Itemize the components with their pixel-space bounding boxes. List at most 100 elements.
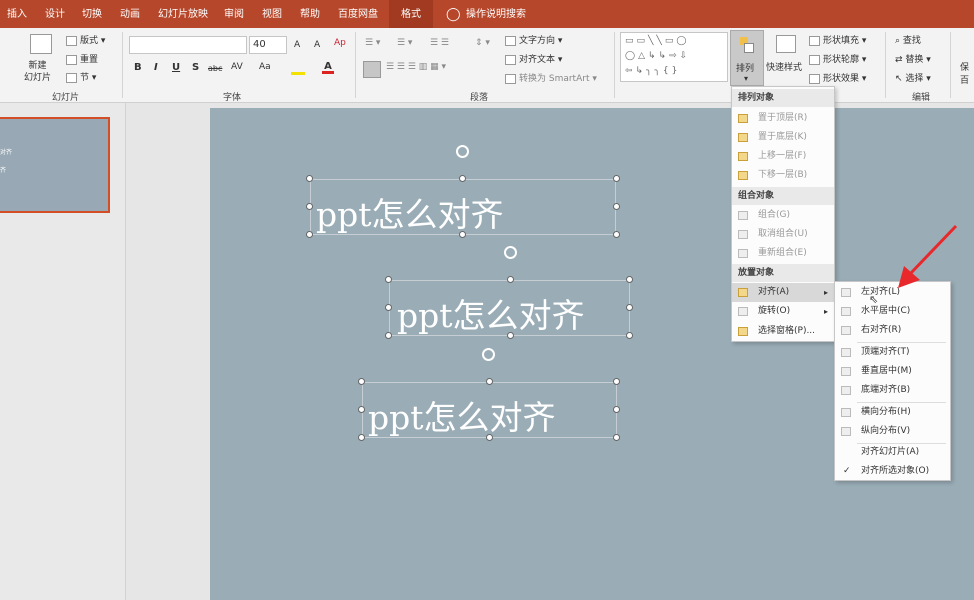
resize-handle[interactable] (358, 434, 365, 441)
slide-thumbnail[interactable]: 对齐 齐 (0, 117, 110, 213)
selection-pane-item[interactable]: 选择窗格(P)... (732, 322, 834, 341)
font-size-input[interactable]: 40 (249, 36, 287, 54)
bold-button[interactable]: B (134, 62, 142, 73)
replace-button[interactable]: ⇄ 替换 ▾ (895, 52, 931, 65)
tell-me-search[interactable]: 操作说明搜索 (466, 0, 526, 28)
resize-handle[interactable] (306, 175, 313, 182)
shape-fill-button[interactable]: 形状填充 ▾ (809, 33, 866, 46)
resize-handle[interactable] (613, 203, 620, 210)
align-text-button[interactable]: 对齐文本 ▾ (505, 52, 562, 65)
strikethrough-button[interactable]: abc (208, 64, 222, 73)
tab-format[interactable]: 格式 (389, 0, 433, 28)
italic-button[interactable]: I (154, 62, 158, 73)
smartart-button[interactable]: 转换为 SmartArt ▾ (505, 71, 597, 84)
resize-handle[interactable] (613, 378, 620, 385)
tab-insert[interactable]: 插入 (7, 0, 27, 28)
align-bottom-item[interactable]: 底端对齐(B) (835, 381, 950, 400)
truncated-label-a[interactable]: 保 (960, 60, 969, 73)
align-center-item[interactable]: 水平居中(C) (835, 302, 950, 321)
align-left-icon[interactable] (363, 61, 381, 78)
resize-handle[interactable] (358, 378, 365, 385)
distribute-horizontal-item[interactable]: 横向分布(H) (835, 403, 950, 422)
rotate-item[interactable]: 旋转(O) ▸ (732, 302, 834, 321)
align-right-item[interactable]: 右对齐(R) (835, 321, 950, 340)
resize-handle[interactable] (385, 276, 392, 283)
align-selected-objects-item[interactable]: ✓ 对齐所选对象(O) (835, 462, 950, 481)
shape-outline-button[interactable]: 形状轮廓 ▾ (809, 52, 866, 65)
resize-handle[interactable] (306, 203, 313, 210)
shape-effects-button[interactable]: 形状效果 ▾ (809, 71, 866, 84)
resize-handle[interactable] (626, 304, 633, 311)
bring-to-front-item[interactable]: 置于顶层(R) (732, 109, 834, 128)
find-button[interactable]: ⌕ 查找 (895, 33, 921, 46)
tab-view[interactable]: 视图 (262, 0, 282, 28)
tab-baidu-netdisk[interactable]: 百度网盘 (338, 0, 378, 28)
resize-handle[interactable] (626, 332, 633, 339)
select-button[interactable]: ↖ 选择 ▾ (895, 71, 931, 84)
shrink-font-icon[interactable]: A (314, 40, 320, 50)
truncated-label-b[interactable]: 百 (960, 73, 969, 86)
new-slide-button[interactable]: 新建 幻灯片 (24, 60, 51, 84)
align-item[interactable]: 对齐(A) ▸ (732, 283, 834, 302)
text-box-3-text[interactable]: ppt怎么对齐 (368, 391, 556, 439)
resize-handle[interactable] (385, 332, 392, 339)
shadow-button[interactable]: S (192, 62, 199, 73)
resize-handle[interactable] (507, 276, 514, 283)
clear-format-icon[interactable]: Ap (334, 38, 346, 48)
tab-design[interactable]: 设计 (45, 0, 65, 28)
rotate-handle[interactable] (482, 348, 495, 361)
line-spacing-icon[interactable]: ⇕ ▾ (475, 38, 490, 48)
align-middle-item[interactable]: 垂直居中(M) (835, 362, 950, 381)
resize-handle[interactable] (459, 175, 466, 182)
send-to-back-item[interactable]: 置于底层(K) (732, 128, 834, 147)
text-box-2-text[interactable]: ppt怎么对齐 (397, 289, 585, 337)
resize-handle[interactable] (613, 434, 620, 441)
rotate-handle[interactable] (504, 246, 517, 259)
resize-handle[interactable] (613, 175, 620, 182)
resize-handle[interactable] (486, 434, 493, 441)
text-box-1-text[interactable]: ppt怎么对齐 (316, 188, 504, 236)
new-slide-icon[interactable] (30, 34, 52, 54)
tab-transitions[interactable]: 切换 (82, 0, 102, 28)
tab-animations[interactable]: 动画 (120, 0, 140, 28)
bring-forward-item[interactable]: 上移一层(F) (732, 147, 834, 166)
indent-icon[interactable]: ☰ ☰ (430, 38, 449, 48)
regroup-item[interactable]: 重新组合(E) (732, 244, 834, 263)
section-button[interactable]: 节 ▾ (66, 70, 96, 83)
quick-styles-icon[interactable] (776, 35, 796, 53)
layout-button[interactable]: 版式 ▾ (66, 33, 105, 46)
resize-handle[interactable] (613, 231, 620, 238)
resize-handle[interactable] (486, 378, 493, 385)
highlight-icon[interactable] (291, 62, 305, 75)
group-item[interactable]: 组合(G) (732, 206, 834, 225)
ungroup-item[interactable]: 取消组合(U) (732, 225, 834, 244)
char-spacing-button[interactable]: AV (231, 62, 243, 72)
distribute-vertical-item[interactable]: 纵向分布(V) (835, 422, 950, 441)
arrange-button[interactable]: 排列 ▾ (730, 30, 764, 86)
resize-handle[interactable] (358, 406, 365, 413)
tab-slideshow[interactable]: 幻灯片放映 (158, 0, 208, 28)
underline-button[interactable]: U (172, 62, 180, 73)
font-name-input[interactable] (129, 36, 247, 54)
quick-styles-button[interactable]: 快速样式 (766, 60, 802, 73)
text-direction-button[interactable]: 文字方向 ▾ (505, 33, 562, 46)
shapes-gallery[interactable]: ▭▭╲╲▭◯ ◯△↳↳⇨⇩ ⇦↳╮╮{} (620, 32, 728, 82)
resize-handle[interactable] (459, 231, 466, 238)
paragraph-align-icons[interactable]: ☰ ☰ ☰ ▥ ▦ ▾ (386, 62, 446, 72)
tab-help[interactable]: 帮助 (300, 0, 320, 28)
resize-handle[interactable] (507, 332, 514, 339)
reset-button[interactable]: 重置 (66, 52, 98, 65)
rotate-handle[interactable] (456, 145, 469, 158)
resize-handle[interactable] (306, 231, 313, 238)
resize-handle[interactable] (613, 406, 620, 413)
numbering-icon[interactable]: ☰ ▾ (397, 38, 412, 48)
align-top-item[interactable]: 顶端对齐(T) (835, 343, 950, 362)
font-color-icon[interactable]: A (322, 61, 334, 74)
align-to-slide-item[interactable]: 对齐幻灯片(A) (835, 443, 950, 462)
change-case-button[interactable]: Aa (259, 62, 271, 72)
bullets-icon[interactable]: ☰ ▾ (365, 38, 380, 48)
resize-handle[interactable] (385, 304, 392, 311)
tab-review[interactable]: 审阅 (224, 0, 244, 28)
resize-handle[interactable] (626, 276, 633, 283)
send-backward-item[interactable]: 下移一层(B) (732, 166, 834, 185)
